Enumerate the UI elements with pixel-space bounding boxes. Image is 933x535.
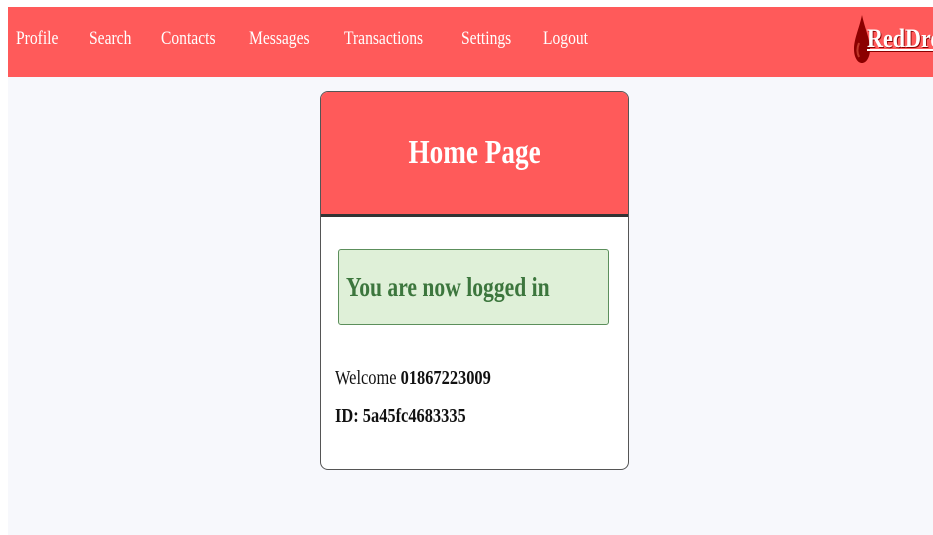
nav-link-contacts[interactable]: Contacts	[161, 28, 216, 50]
nav-link-transactions[interactable]: Transactions	[344, 28, 423, 50]
brand-logo-link[interactable]: RedDrop	[853, 13, 933, 65]
alert-message: You are now logged in	[346, 271, 550, 302]
welcome-line: Welcome 01867223009	[335, 367, 491, 390]
nav-links: Profile Search Contacts Messages Transac…	[16, 7, 619, 71]
welcome-label: Welcome	[335, 367, 397, 389]
home-card: Home Page You are now logged in Welcome …	[320, 91, 629, 470]
page-frame: Profile Search Contacts Messages Transac…	[8, 7, 933, 535]
nav-link-logout[interactable]: Logout	[543, 28, 588, 50]
success-alert: You are now logged in	[338, 249, 609, 325]
welcome-username: 01867223009	[400, 367, 491, 389]
nav-link-messages[interactable]: Messages	[249, 28, 310, 50]
page-title: Home Page	[408, 134, 541, 171]
top-navbar: Profile Search Contacts Messages Transac…	[8, 7, 933, 77]
brand-name: RedDrop	[867, 24, 933, 53]
nav-link-settings[interactable]: Settings	[461, 28, 511, 50]
user-id-label: ID:	[335, 405, 359, 427]
user-id-value: 5a45fc4683335	[362, 405, 466, 427]
card-header: Home Page	[321, 92, 628, 217]
nav-link-profile[interactable]: Profile	[16, 28, 58, 50]
nav-link-search[interactable]: Search	[89, 28, 131, 50]
user-id-line: ID: 5a45fc4683335	[335, 405, 466, 428]
